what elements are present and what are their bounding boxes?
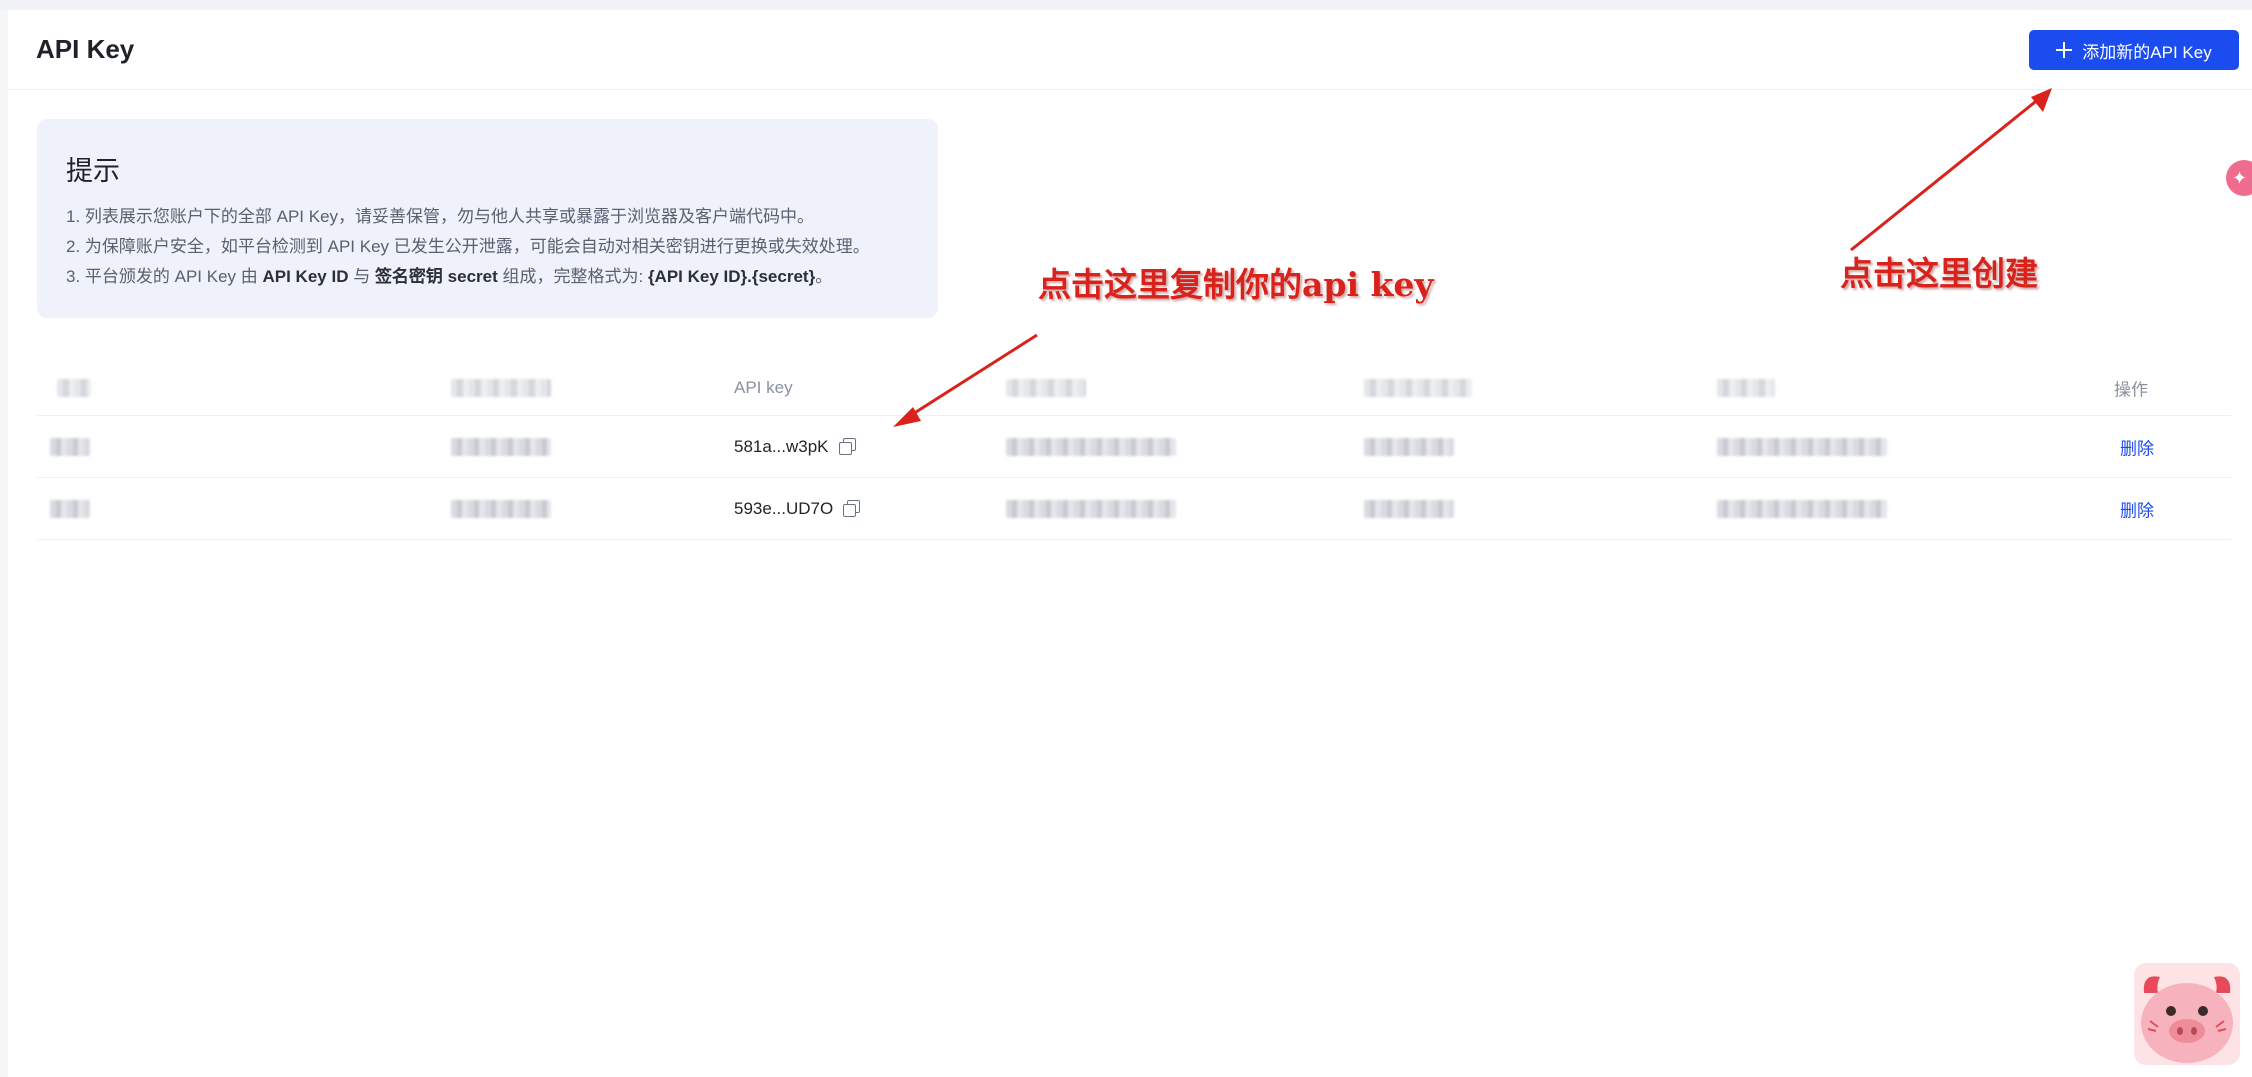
table-row: 593e...UD7O 删除 — [37, 478, 2231, 540]
annotation-copy-hint: 点击这里复制你的api key — [1038, 265, 1434, 304]
tip-line-3-bold1: API Key ID — [262, 267, 349, 286]
tip-line-3-part4: 。 — [815, 267, 833, 286]
tip-line-3-bold3: {API Key ID}.{secret} — [647, 267, 816, 286]
tip-line-3-part1: 3. 平台颁发的 API Key 由 — [66, 267, 263, 286]
blurred-cell — [1006, 499, 1176, 518]
column-header-api-key: API key — [734, 377, 793, 397]
copy-icon[interactable] — [838, 437, 856, 455]
tip-line-3: 3. 平台颁发的 API Key 由 API Key ID 与 签名密钥 sec… — [66, 262, 832, 287]
pig-face-icon — [2141, 976, 2233, 1063]
blurred-header — [451, 378, 551, 397]
api-key-value: 581a...w3pK — [734, 436, 829, 456]
table-header-row: API key 操作 — [37, 360, 2231, 416]
tip-line-3-part3: 组成，完整格式为: — [497, 267, 648, 286]
top-strip — [0, 0, 2252, 10]
blurred-cell — [1717, 499, 1887, 518]
blurred-cell — [1006, 437, 1176, 456]
copy-icon[interactable] — [843, 499, 861, 517]
blurred-cell — [1717, 437, 1887, 456]
table-row: 581a...w3pK 删除 — [37, 416, 2231, 478]
delete-link[interactable]: 删除 — [2120, 434, 2154, 459]
blurred-cell — [1364, 437, 1454, 456]
blurred-cell — [1364, 499, 1454, 518]
floating-assistant-icon[interactable]: ✦ — [2226, 160, 2252, 196]
blurred-header — [1006, 378, 1086, 397]
column-header-actions: 操作 — [2114, 380, 2148, 399]
left-edge — [0, 10, 8, 1077]
api-key-value: 593e...UD7O — [734, 498, 834, 518]
page-header: API Key 添加新的API Key — [8, 10, 2252, 90]
page-title: API Key — [36, 34, 135, 64]
api-key-cell: 593e...UD7O — [734, 498, 861, 519]
add-api-key-label: 添加新的API Key — [2082, 42, 2212, 62]
arrow-to-add-button — [1850, 88, 2052, 252]
blurred-cell — [50, 437, 90, 456]
tip-line-1: 1. 列表展示您账户下的全部 API Key，请妥善保管，勿与他人共享或暴露于浏… — [66, 207, 815, 226]
tip-line-3-part2: 与 — [348, 267, 375, 286]
blurred-cell — [50, 499, 90, 518]
tip-line-3-bold2: 签名密钥 secret — [374, 267, 498, 286]
tip-line-2: 2. 为保障账户安全，如平台检测到 API Key 已发生公开泄露，可能会自动对… — [66, 237, 870, 256]
api-key-cell: 581a...w3pK — [734, 436, 856, 457]
add-api-key-button[interactable]: 添加新的API Key — [2029, 30, 2239, 70]
blurred-cell — [451, 499, 551, 518]
blurred-cell — [451, 437, 551, 456]
tip-box: 提示 1. 列表展示您账户下的全部 API Key，请妥善保管，勿与他人共享或暴… — [37, 119, 938, 318]
blurred-header — [1717, 378, 1775, 397]
annotation-create-hint: 点击这里创建 — [1840, 254, 2038, 293]
plus-icon — [2056, 42, 2073, 58]
blurred-header — [1364, 378, 1472, 397]
tip-title: 提示 — [66, 156, 120, 186]
api-key-table: API key 操作 581a...w3pK 删除 593e...UD7O 删除 — [37, 360, 2231, 540]
blurred-header — [57, 378, 91, 397]
pig-mascot-icon[interactable] — [2134, 963, 2240, 1065]
delete-link[interactable]: 删除 — [2120, 496, 2154, 521]
